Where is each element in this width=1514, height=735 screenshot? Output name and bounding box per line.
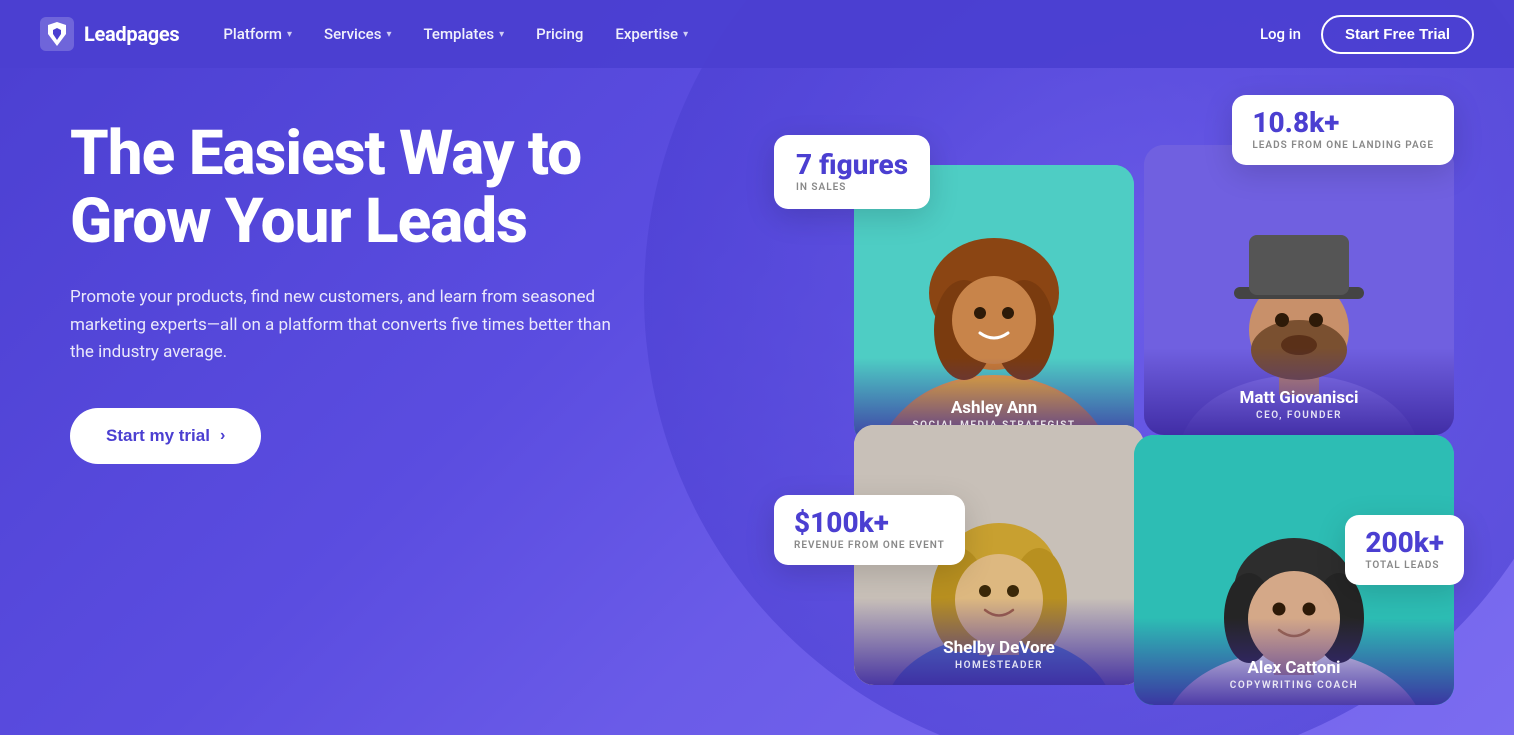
nav-expertise[interactable]: Expertise ▾ <box>601 17 702 51</box>
stat-desc-7figures: IN SALES <box>796 182 908 193</box>
hero-title: The Easiest Way to Grow Your Leads <box>70 120 690 256</box>
card-matt-image: Matt Giovanisci CEO, FOUNDER <box>1144 145 1454 435</box>
stat-badge-200k: 200k+ TOTAL LEADS <box>1345 515 1464 585</box>
stat-desc-100k: REVENUE FROM ONE EVENT <box>794 540 945 551</box>
nav-templates[interactable]: Templates ▾ <box>409 17 518 51</box>
card-matt-label: Matt Giovanisci CEO, FOUNDER <box>1144 348 1454 435</box>
cta-label: Start my trial <box>106 426 210 446</box>
card-shelby-role: HOMESTEADER <box>870 660 1128 671</box>
navigation: Leadpages Platform ▾ Services ▾ Template… <box>0 0 1514 68</box>
hero-subtitle: Promote your products, find new customer… <box>70 284 620 366</box>
logo[interactable]: Leadpages <box>40 17 179 51</box>
stat-badge-10k: 10.8k+ LEADS FROM ONE LANDING PAGE <box>1232 95 1454 165</box>
stat-desc-200k: TOTAL LEADS <box>1365 560 1444 571</box>
nav-platform[interactable]: Platform ▾ <box>209 17 306 51</box>
stat-badge-100k: $100k+ REVENUE FROM ONE EVENT <box>774 495 965 565</box>
hero-content: The Easiest Way to Grow Your Leads Promo… <box>70 120 690 464</box>
stat-number-10k: 10.8k+ <box>1252 109 1434 137</box>
login-button[interactable]: Log in <box>1260 25 1301 43</box>
nav-pricing[interactable]: Pricing <box>522 17 597 51</box>
card-matt: Matt Giovanisci CEO, FOUNDER <box>1144 145 1454 435</box>
cta-arrow-icon: › <box>220 427 225 445</box>
card-alex-role: COPYWRITING COACH <box>1150 680 1438 691</box>
card-matt-role: CEO, FOUNDER <box>1160 410 1438 421</box>
card-alex-name: Alex Cattoni <box>1150 658 1438 678</box>
nav-services[interactable]: Services ▾ <box>310 17 405 51</box>
nav-links: Platform ▾ Services ▾ Templates ▾ Pricin… <box>209 17 1260 51</box>
hero-cta-button[interactable]: Start my trial › <box>70 408 261 464</box>
card-shelby-name: Shelby DeVore <box>870 638 1128 658</box>
testimonials-area: 7 figures IN SALES <box>774 85 1454 715</box>
expertise-chevron-icon: ▾ <box>683 29 688 40</box>
stat-number-200k: 200k+ <box>1365 529 1444 557</box>
stat-desc-10k: LEADS FROM ONE LANDING PAGE <box>1252 140 1434 151</box>
platform-chevron-icon: ▾ <box>287 29 292 40</box>
card-matt-name: Matt Giovanisci <box>1160 388 1438 408</box>
card-shelby-label: Shelby DeVore HOMESTEADER <box>854 598 1144 685</box>
stat-badge-7figures: 7 figures IN SALES <box>774 135 930 209</box>
stat-number-100k: $100k+ <box>794 509 945 537</box>
cards-grid: 7 figures IN SALES <box>774 85 1454 715</box>
card-ashley-name: Ashley Ann <box>870 398 1118 418</box>
stat-number-7figures: 7 figures <box>796 151 908 179</box>
card-alex-label: Alex Cattoni COPYWRITING COACH <box>1134 618 1454 705</box>
services-chevron-icon: ▾ <box>386 29 391 40</box>
start-free-trial-button[interactable]: Start Free Trial <box>1321 15 1474 54</box>
logo-text: Leadpages <box>84 22 179 46</box>
nav-right: Log in Start Free Trial <box>1260 15 1474 54</box>
templates-chevron-icon: ▾ <box>499 29 504 40</box>
